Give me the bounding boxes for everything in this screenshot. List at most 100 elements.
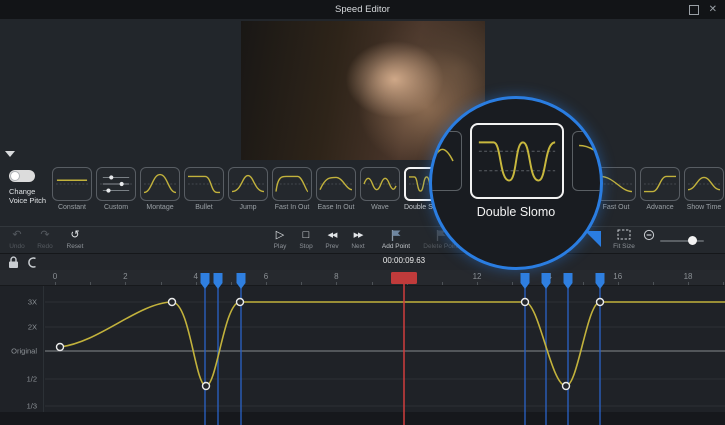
- curve-mode-button[interactable]: [24, 255, 40, 269]
- preset-label: Jump: [228, 204, 268, 211]
- preset-label: Wave: [360, 204, 400, 211]
- preset-thumb: [684, 167, 724, 201]
- ruler-tick: [477, 282, 478, 285]
- preset-label: Custom: [96, 204, 136, 211]
- ruler-tick: [723, 282, 724, 285]
- neighbor-thumb-right: [572, 131, 603, 191]
- speed-labels-column: 3X2XOriginal1/21/3: [0, 286, 44, 412]
- next-icon: ▶▶: [346, 229, 370, 242]
- redo-icon: ↷: [32, 229, 58, 242]
- ruler-label: 10: [402, 272, 411, 281]
- lock-button[interactable]: [5, 255, 21, 269]
- speed-label: Original: [11, 347, 37, 356]
- stop-button[interactable]: □ Stop: [294, 229, 318, 250]
- ruler-tick: [196, 282, 197, 285]
- preset-thumb: [228, 167, 268, 201]
- voice-pitch-toggle[interactable]: [9, 170, 35, 182]
- preset-advance[interactable]: Advance: [640, 167, 680, 211]
- ruler-tick: [161, 282, 162, 285]
- preset-custom[interactable]: Custom: [96, 167, 136, 211]
- preset-wave[interactable]: Wave: [360, 167, 400, 211]
- preset-bullet[interactable]: Bullet: [184, 167, 224, 211]
- preset-montage[interactable]: Montage: [140, 167, 180, 211]
- prev-button[interactable]: ◀◀ Prev: [320, 229, 344, 250]
- stop-icon: □: [294, 229, 318, 242]
- preset-thumb: [184, 167, 224, 201]
- play-button[interactable]: ▷ Play: [268, 229, 292, 250]
- toggle-knob-icon: [10, 171, 20, 181]
- ruler-tick: [407, 282, 408, 285]
- next-button[interactable]: ▶▶ Next: [346, 229, 370, 250]
- timeline-header: [0, 254, 725, 270]
- toolbar: ↶ Undo ↷ Redo ↺ Reset ▷ Play □ Stop ◀◀ P…: [0, 226, 725, 254]
- speed-label: 3X: [28, 298, 37, 307]
- ruler-tick: [266, 282, 267, 285]
- voice-pitch-label-line1: Change: [9, 187, 55, 196]
- voice-pitch-label-line2: Voice Pitch: [9, 196, 55, 205]
- ruler-tick: [653, 282, 654, 285]
- speed-label: 1/3: [27, 402, 37, 411]
- zoom-out-icon: [642, 229, 656, 242]
- ruler-tick: [688, 282, 689, 285]
- ruler-tick: [618, 282, 619, 285]
- preset-easeinout[interactable]: Ease In Out: [316, 167, 356, 211]
- speed-graph[interactable]: [0, 286, 725, 412]
- preset-thumb: [316, 167, 356, 201]
- ruler-tick: [336, 282, 337, 285]
- prev-icon: ◀◀: [320, 229, 344, 242]
- preset-constant[interactable]: Constant: [52, 167, 92, 211]
- ruler-tick: [55, 282, 56, 285]
- current-time-label: 00:00:09.63: [383, 256, 425, 265]
- close-icon[interactable]: ✕: [709, 5, 717, 15]
- preset-label: Constant: [52, 204, 92, 211]
- lock-icon: [8, 256, 19, 269]
- voice-pitch-control: Change Voice Pitch: [9, 170, 55, 205]
- preset-thumb: [272, 167, 312, 201]
- preset-label: Ease In Out: [316, 204, 356, 211]
- ruler-tick: [372, 282, 373, 285]
- ruler-label: 12: [473, 272, 482, 281]
- ruler-label: 8: [334, 272, 338, 281]
- preset-showtime[interactable]: Show Time: [684, 167, 724, 211]
- zoom-out-button[interactable]: [642, 229, 656, 242]
- ruler-tick: [547, 282, 548, 285]
- preset-thumb: [140, 167, 180, 201]
- preset-thumb: [360, 167, 400, 201]
- preset-label: Fast Out: [596, 204, 636, 211]
- ruler-tick: [231, 282, 232, 285]
- ruler-label: 14: [543, 272, 552, 281]
- fit-size-button[interactable]: Fit Size: [606, 229, 642, 250]
- maximize-icon[interactable]: [689, 5, 699, 15]
- ruler-tick: [90, 282, 91, 285]
- zoom-slider-knob[interactable]: [688, 236, 697, 245]
- preset-thumb: [640, 167, 680, 201]
- reset-icon: ↺: [62, 229, 88, 242]
- add-point-button[interactable]: Add Point: [376, 229, 416, 250]
- ruler-label: 0: [53, 272, 57, 281]
- titlebar: Speed Editor ✕: [0, 0, 725, 19]
- reset-button[interactable]: ↺ Reset: [62, 229, 88, 250]
- ruler-label: 6: [264, 272, 268, 281]
- preset-thumb: [96, 167, 136, 201]
- undo-button[interactable]: ↶ Undo: [4, 229, 30, 250]
- collapse-arrow-icon[interactable]: [5, 151, 15, 157]
- redo-button[interactable]: ↷ Redo: [32, 229, 58, 250]
- preset-fastinout[interactable]: Fast In Out: [272, 167, 312, 211]
- curve-mode-icon: [26, 256, 38, 269]
- zoomed-preset-thumb: [470, 123, 564, 199]
- ruler-label: 16: [613, 272, 622, 281]
- zoom-slider-track[interactable]: [660, 240, 704, 242]
- timeline-footer: [0, 412, 725, 425]
- add-point-flag-icon: [376, 229, 416, 242]
- neighbor-thumb-left: [429, 131, 462, 191]
- preset-label: Montage: [140, 204, 180, 211]
- ruler-label: 4: [193, 272, 197, 281]
- play-icon: ▷: [268, 229, 292, 242]
- ruler-label: 2: [123, 272, 127, 281]
- preset-label: Advance: [640, 204, 680, 211]
- zoom-pointer-icon: [585, 231, 602, 253]
- preset-jump[interactable]: Jump: [228, 167, 268, 211]
- timeline-ruler[interactable]: 024681012141618: [0, 270, 725, 286]
- window-title: Speed Editor: [335, 4, 390, 15]
- preset-label: Bullet: [184, 204, 224, 211]
